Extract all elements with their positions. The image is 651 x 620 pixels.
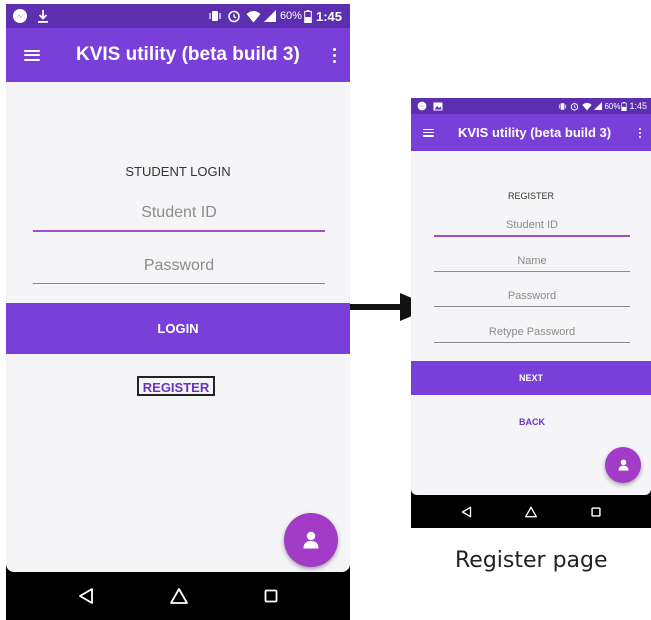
student-id-placeholder: Student ID [506,219,558,231]
student-id-field[interactable]: Student ID [33,204,325,232]
retype-password-field[interactable]: Retype Password [434,326,630,343]
battery-icon [304,9,312,23]
wifi-icon [246,10,261,22]
back-triangle-icon[interactable] [78,587,94,605]
status-bar: 60% 1:45 [411,98,651,114]
profile-fab[interactable] [605,447,641,483]
battery-percent: 60% [604,101,621,111]
student-login-heading: STUDENT LOGIN [125,164,231,179]
login-button[interactable]: LOGIN [6,303,350,354]
student-id-placeholder: Student ID [141,204,217,221]
messenger-icon [13,9,27,23]
register-heading: REGISTER [507,191,554,201]
clock: 1:45 [315,8,342,24]
student-id-field[interactable]: Student ID [434,219,630,237]
vibrate-icon [209,11,221,21]
login-content: STUDENT LOGIN Student ID Password LOGIN … [6,82,350,572]
status-bar: 60% 1:45 [6,4,350,28]
name-placeholder: Name [517,255,547,267]
back-link[interactable]: BACK [511,417,553,427]
back-triangle-icon[interactable] [461,506,472,518]
home-icon[interactable] [169,587,189,605]
login-screen: 60% 1:45 KVIS utility (beta build 3) STU… [6,4,350,620]
person-icon [618,459,628,471]
next-button[interactable]: NEXT [411,361,651,395]
person-icon [303,531,319,549]
hamburger-menu-icon[interactable] [423,128,434,137]
app-title: KVIS utility (beta build 3) [458,125,612,140]
name-field[interactable]: Name [434,255,630,272]
retype-password-placeholder: Retype Password [488,326,576,338]
register-screen: 60% 1:45 KVIS utility (beta build 3) REG… [411,98,651,528]
battery-percent: 60% [279,10,302,22]
register-page-caption: Register page [455,548,608,573]
home-icon[interactable] [524,506,538,518]
alarm-icon [228,10,240,23]
messenger-icon [417,101,427,111]
profile-fab[interactable] [284,513,338,567]
image-icon [433,102,443,110]
password-field[interactable]: Password [33,257,325,284]
password-field[interactable]: Password [434,290,630,307]
app-title: KVIS utility (beta build 3) [76,44,300,65]
recents-icon[interactable] [264,589,278,603]
recents-icon[interactable] [591,506,601,517]
more-vert-icon[interactable] [637,127,643,138]
navigation-bar [6,572,350,620]
signal-icon [263,10,276,22]
more-vert-icon[interactable] [330,47,338,63]
battery-icon [621,101,628,111]
register-content: REGISTER Student ID Name Password Retype… [411,151,651,495]
app-bar: KVIS utility (beta build 3) [6,28,350,82]
register-link[interactable]: REGISTER [137,376,215,396]
alarm-icon [571,102,579,111]
clock: 1:45 [629,101,647,111]
hamburger-menu-icon[interactable] [24,49,40,61]
download-icon [38,10,48,23]
password-placeholder: Password [143,257,215,274]
signal-icon [594,102,603,110]
app-bar: KVIS utility (beta build 3) [411,114,651,151]
wifi-icon [582,102,593,110]
navigation-bar [411,495,651,528]
vibrate-icon [559,102,567,110]
password-placeholder: Password [507,290,557,302]
